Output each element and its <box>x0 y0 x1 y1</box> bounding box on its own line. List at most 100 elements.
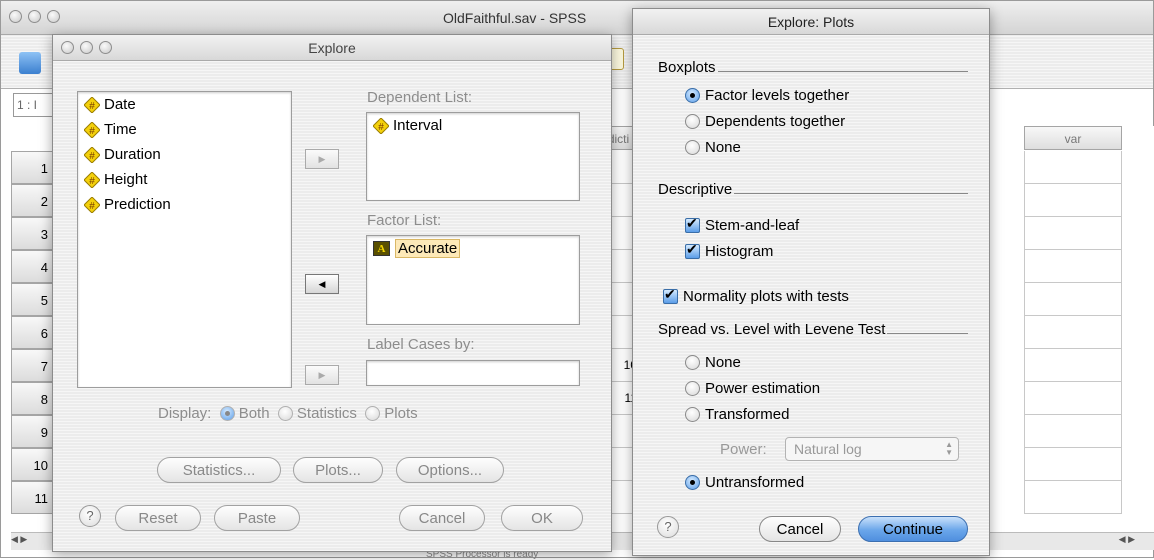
numeric-variable-icon: # <box>84 196 100 213</box>
table-cell[interactable] <box>1024 349 1122 382</box>
stem-and-leaf-option[interactable]: Stem-and-leaf <box>685 215 799 234</box>
explore-titlebar: Explore <box>53 35 611 61</box>
table-cell[interactable] <box>1024 184 1122 217</box>
help-button[interactable]: ? <box>79 505 101 527</box>
radio-plots-icon[interactable] <box>365 406 381 421</box>
radio-statistics-icon[interactable] <box>277 406 293 421</box>
list-item[interactable]: A Accurate <box>367 236 579 261</box>
radio-untransformed-icon[interactable] <box>685 475 700 490</box>
row-header[interactable]: 3 <box>11 217 55 250</box>
label-cases-field[interactable] <box>366 360 580 386</box>
radio-factor-levels-icon[interactable] <box>685 88 700 103</box>
numeric-variable-icon: # <box>373 117 389 134</box>
row-header[interactable]: 9 <box>11 415 55 448</box>
radio-spread-none-icon[interactable] <box>685 355 700 370</box>
list-item[interactable]: # Height <box>78 167 291 192</box>
explore-plots-dialog: Explore: Plots Boxplots Factor levels to… <box>632 8 990 556</box>
spread-option-untransformed[interactable]: Untransformed <box>685 474 804 491</box>
minimize-window-icon[interactable] <box>28 10 41 23</box>
explore-dialog: Explore # Date # Time # Duration # Height # Predi… <box>52 34 612 552</box>
display-option-both[interactable]: Both <box>219 405 270 422</box>
display-option-plots[interactable]: Plots <box>365 405 418 422</box>
plots-help-button[interactable]: ? <box>657 516 679 538</box>
radio-power-estimation-icon[interactable] <box>685 381 700 396</box>
checkbox-stem-and-leaf-icon[interactable] <box>685 215 700 233</box>
list-item[interactable]: # Date <box>78 92 291 117</box>
list-item[interactable]: # Duration <box>78 142 291 167</box>
factor-list[interactable]: A Accurate <box>366 235 580 325</box>
move-to-dependent-button[interactable]: ▶ <box>305 149 339 169</box>
list-item[interactable]: # Prediction <box>78 192 291 217</box>
table-cell[interactable] <box>1024 151 1122 184</box>
label-cases-label: Label Cases by: <box>367 336 475 353</box>
display-option-statistics[interactable]: Statistics <box>277 405 357 422</box>
radio-transformed-icon[interactable] <box>685 407 700 422</box>
radio-none-icon[interactable] <box>685 140 700 155</box>
scroll-arrows-right-icon[interactable]: ◀ ▶ <box>1119 534 1135 545</box>
plots-cancel-button[interactable]: Cancel <box>759 516 841 542</box>
cancel-button[interactable]: Cancel <box>399 505 485 531</box>
radio-both-icon[interactable] <box>219 406 235 421</box>
normality-label: Normality plots with tests <box>683 288 849 305</box>
table-cell[interactable] <box>1024 316 1122 349</box>
statistics-button[interactable]: Statistics... <box>157 457 281 483</box>
row-header[interactable]: 4 <box>11 250 55 283</box>
spread-option-none[interactable]: None <box>685 354 741 371</box>
dependent-item-label: Interval <box>393 117 443 134</box>
row-header[interactable]: 10 <box>11 448 55 481</box>
spread-none-label: None <box>705 354 741 371</box>
boxplots-option-dependents[interactable]: Dependents together <box>685 113 845 130</box>
plots-button[interactable]: Plots... <box>293 457 383 483</box>
table-cell[interactable] <box>1024 382 1122 415</box>
table-cell[interactable] <box>1024 250 1122 283</box>
table-cell[interactable] <box>1024 217 1122 250</box>
histogram-option[interactable]: Histogram <box>685 241 774 260</box>
normality-plots-option[interactable]: Normality plots with tests <box>663 286 849 305</box>
dependent-list[interactable]: # Interval <box>366 112 580 201</box>
row-header[interactable]: 8 <box>11 382 55 415</box>
scroll-arrows-left-icon[interactable]: ◀ ▶ <box>11 534 27 545</box>
factor-levels-label: Factor levels together <box>705 87 850 104</box>
table-cell[interactable] <box>1024 283 1122 316</box>
checkbox-histogram-icon[interactable] <box>685 241 700 259</box>
list-item[interactable]: # Interval <box>367 113 579 138</box>
close-window-icon[interactable] <box>9 10 22 23</box>
boxplots-none-label: None <box>705 139 741 156</box>
reset-button[interactable]: Reset <box>115 505 201 531</box>
descriptive-heading: Descriptive <box>658 181 733 198</box>
zoom-window-icon[interactable] <box>47 10 60 23</box>
histogram-label: Histogram <box>705 243 774 260</box>
power-select-value: Natural log <box>794 441 862 457</box>
row-header[interactable]: 2 <box>11 184 55 217</box>
move-to-label-cases-button[interactable]: ▶ <box>305 365 339 385</box>
continue-button[interactable]: Continue <box>858 516 968 542</box>
spread-option-transformed[interactable]: Transformed <box>685 406 789 423</box>
spread-option-power-estimation[interactable]: Power estimation <box>685 380 820 397</box>
table-cell[interactable] <box>1024 481 1122 514</box>
row-header[interactable]: 11 <box>11 481 55 514</box>
boxplots-option-none[interactable]: None <box>685 139 741 156</box>
row-header[interactable]: 5 <box>11 283 55 316</box>
options-button[interactable]: Options... <box>396 457 504 483</box>
cell-reference-field[interactable]: 1 : I <box>13 93 53 117</box>
table-cell[interactable] <box>1024 448 1122 481</box>
boxplots-option-factor-levels[interactable]: Factor levels together <box>685 87 849 104</box>
row-header[interactable]: 1 <box>11 151 55 184</box>
table-cell[interactable] <box>1024 415 1122 448</box>
paste-button[interactable]: Paste <box>214 505 300 531</box>
radio-dependents-icon[interactable] <box>685 114 700 129</box>
open-folder-icon[interactable] <box>19 52 41 74</box>
row-header[interactable]: 6 <box>11 316 55 349</box>
list-item[interactable]: # Time <box>78 117 291 142</box>
descriptive-section: Descriptive <box>658 181 968 198</box>
ok-button[interactable]: OK <box>501 505 583 531</box>
svg-text:#: # <box>89 101 95 112</box>
checkbox-normality-icon[interactable] <box>663 286 678 304</box>
power-select[interactable]: Natural log ▲ ▼ <box>785 437 959 461</box>
move-from-factor-button[interactable]: ◀ <box>305 274 339 294</box>
numeric-variable-icon: # <box>84 96 100 113</box>
column-header-var[interactable]: var <box>1024 126 1122 150</box>
variable-label: Height <box>104 171 148 188</box>
source-variable-list[interactable]: # Date # Time # Duration # Height # Prediction <box>77 91 292 388</box>
row-header[interactable]: 7 <box>11 349 55 382</box>
